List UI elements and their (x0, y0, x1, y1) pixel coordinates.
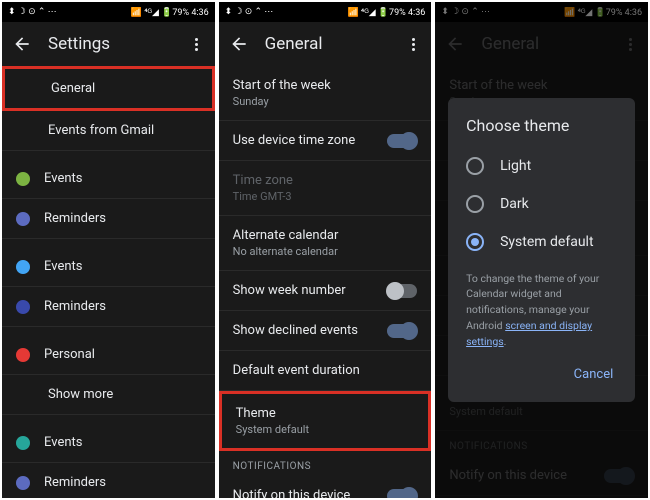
cancel-button[interactable]: Cancel (564, 361, 624, 388)
row-personal[interactable]: Personal (2, 335, 215, 375)
back-icon[interactable] (229, 34, 249, 54)
toggle-tz[interactable] (387, 134, 417, 148)
phone-screen-3: ⬍ ☽ ⊙ ⌃ ⋯ 📶 ⁴ᴳ◢ 🔋79% 4:36 General Start … (435, 2, 648, 498)
more-menu-icon[interactable] (189, 38, 205, 51)
more-menu-icon[interactable] (405, 38, 421, 51)
row-reminders-2[interactable]: Reminders (2, 287, 215, 327)
app-header: Settings (2, 22, 215, 66)
color-dot (16, 300, 30, 314)
color-dot (16, 260, 30, 274)
settings-list: General Events from Gmail Events Reminde… (2, 66, 215, 498)
row-reminders-3[interactable]: Reminders (2, 463, 215, 498)
row-show-more[interactable]: Show more (2, 375, 215, 415)
row-week-num[interactable]: Show week number (219, 271, 432, 311)
color-dot (16, 476, 30, 490)
row-events-3[interactable]: Events (2, 423, 215, 463)
row-reminders-1[interactable]: Reminders (2, 199, 215, 239)
page-title: Settings (48, 34, 173, 54)
back-icon[interactable] (12, 34, 32, 54)
theme-dialog: Choose theme Light Dark System default T… (448, 98, 635, 403)
app-header: General (219, 22, 432, 66)
row-events-gmail[interactable]: Events from Gmail (2, 111, 215, 151)
section-notifications: Notifications (219, 451, 432, 476)
color-dot (16, 348, 30, 362)
row-alt-cal[interactable]: Alternate calendarNo alternate calendar (219, 216, 432, 271)
row-notify-device[interactable]: Notify on this device (219, 476, 432, 498)
row-use-tz[interactable]: Use device time zone (219, 121, 432, 161)
color-dot (16, 172, 30, 186)
row-general[interactable]: General (2, 66, 215, 111)
status-bar: ⬍ ☽ ⊙ ⌃ ⋯ 📶 ⁴ᴳ◢ 🔋79% 4:36 (219, 2, 432, 22)
row-theme[interactable]: ThemeSystem default (219, 391, 432, 451)
row-declined[interactable]: Show declined events (219, 311, 432, 351)
option-dark[interactable]: Dark (448, 185, 635, 223)
phone-screen-2: ⬍ ☽ ⊙ ⌃ ⋯ 📶 ⁴ᴳ◢ 🔋79% 4:36 General Start … (219, 2, 432, 498)
option-system[interactable]: System default (448, 223, 635, 261)
page-title: General (265, 34, 390, 54)
toggle-week-num[interactable] (387, 284, 417, 298)
toggle-notify[interactable] (387, 489, 417, 499)
row-events-1[interactable]: Events (2, 159, 215, 199)
dialog-info: To change the theme of your Calendar wid… (448, 261, 635, 356)
status-bar: ⬍ ☽ ⊙ ⌃ ⋯ 📶 ⁴ᴳ◢ 🔋79% 4:36 (2, 2, 215, 22)
row-duration[interactable]: Default event duration (219, 351, 432, 391)
row-tz: Time zoneTime GMT-3 (219, 161, 432, 216)
toggle-declined[interactable] (387, 324, 417, 338)
dialog-title: Choose theme (448, 116, 635, 147)
phone-screen-1: ⬍ ☽ ⊙ ⌃ ⋯ 📶 ⁴ᴳ◢ 🔋79% 4:36 Settings Gener… (2, 2, 215, 498)
radio-icon (466, 195, 484, 213)
dialog-overlay: Choose theme Light Dark System default T… (435, 2, 648, 498)
radio-icon (466, 157, 484, 175)
color-dot (16, 436, 30, 450)
color-dot (16, 212, 30, 226)
radio-icon (466, 233, 484, 251)
option-light[interactable]: Light (448, 147, 635, 185)
row-start-week[interactable]: Start of the weekSunday (219, 66, 432, 121)
general-list: Start of the weekSunday Use device time … (219, 66, 432, 498)
row-events-2[interactable]: Events (2, 247, 215, 287)
